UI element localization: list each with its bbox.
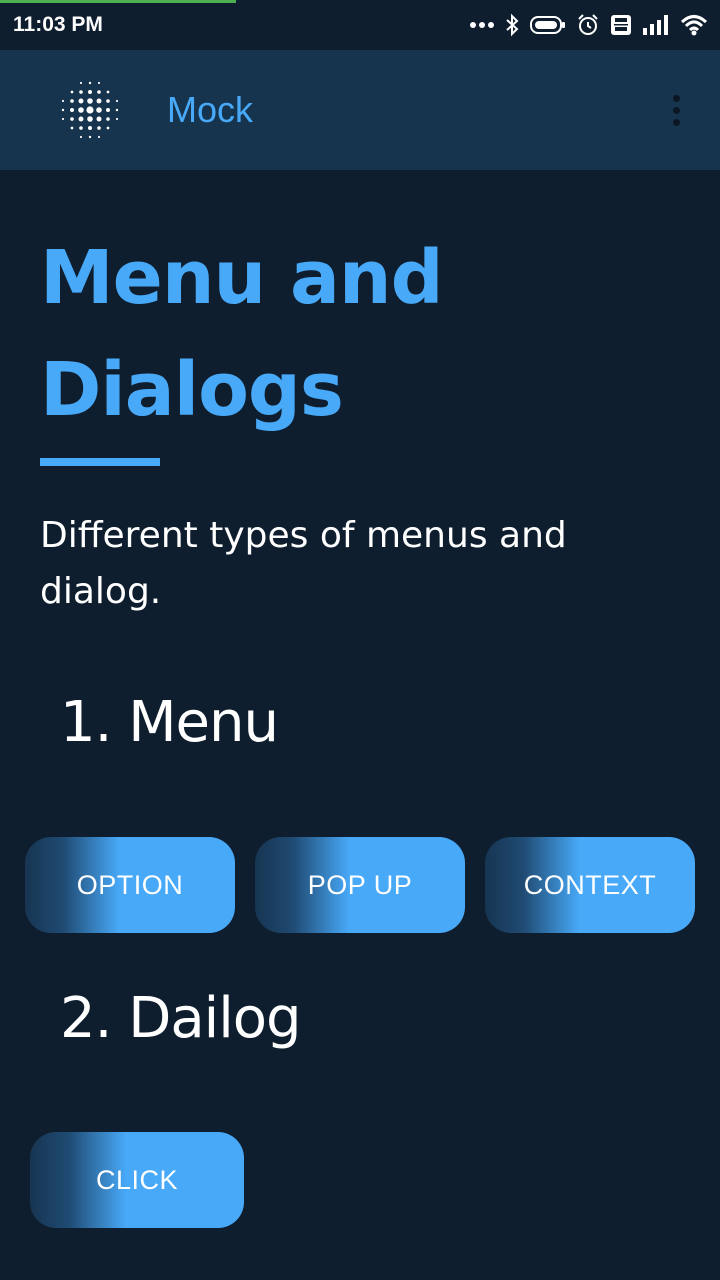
bluetooth-icon: [504, 13, 520, 37]
signal-icon: [642, 14, 670, 36]
dot-grid-logo-icon: [56, 76, 124, 144]
more-dots-icon: [470, 21, 494, 29]
dialog-section-heading: 2. Dailog: [60, 986, 302, 1051]
click-dialog-button[interactable]: CLICK: [30, 1132, 244, 1228]
page-title: Menu and Dialogs: [40, 222, 680, 446]
app-title: Mock: [167, 89, 254, 130]
popup-menu-button[interactable]: POP UP: [255, 837, 465, 933]
battery-icon: [530, 15, 566, 35]
page-title-line-1: Menu and: [40, 235, 444, 321]
status-bar: 11:03 PM: [0, 0, 720, 50]
page-title-line-2: Dialogs: [40, 347, 344, 433]
title-underline: [40, 458, 160, 466]
context-menu-button[interactable]: CONTEXT: [485, 837, 695, 933]
volte-icon: [610, 14, 632, 36]
app-bar: Mock: [0, 50, 720, 170]
status-icons: [470, 10, 708, 40]
status-progress-indicator: [0, 0, 236, 3]
page-subtitle: Different types of menus and dialog.: [40, 515, 567, 612]
overflow-menu-icon[interactable]: [664, 86, 688, 134]
alarm-icon: [576, 13, 600, 37]
wifi-icon: [680, 14, 708, 36]
option-menu-button[interactable]: OPTION: [25, 837, 235, 933]
menu-section-heading: 1. Menu: [60, 690, 279, 755]
status-time: 11:03 PM: [13, 13, 103, 36]
